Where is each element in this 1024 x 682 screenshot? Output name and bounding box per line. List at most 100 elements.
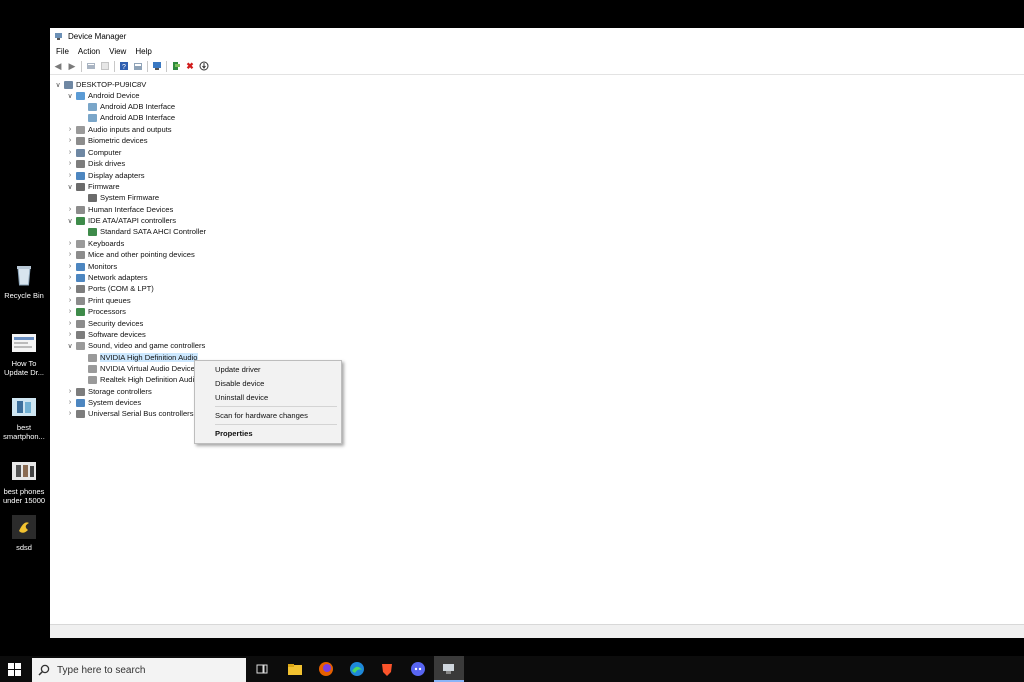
chevron-right-icon[interactable]: ›: [66, 172, 74, 179]
device-manager-window: Device Manager File Action View Help ◀ ▶…: [50, 28, 1024, 638]
desktop-icon-label: sdsd: [16, 543, 32, 552]
tree-category-hid[interactable]: › Human Interface Devices: [66, 204, 173, 215]
tree-device-nvidia-hd-audio[interactable]: NVIDIA High Definition Audio: [78, 352, 198, 363]
tree-category-sound-video[interactable]: ∨ Sound, video and game controllers: [66, 340, 205, 351]
tree-category-display-adapters[interactable]: › Display adapters: [66, 170, 145, 181]
chevron-down-icon[interactable]: ∨: [66, 342, 74, 350]
add-legacy-icon[interactable]: [171, 61, 181, 71]
disable-icon[interactable]: [199, 61, 209, 71]
chevron-right-icon[interactable]: ›: [66, 149, 74, 156]
menu-item-disable-device[interactable]: Disable device: [215, 378, 264, 389]
security-device-icon: [76, 319, 85, 328]
back-arrow-icon[interactable]: ◀: [53, 61, 63, 71]
tree-category-print-queues[interactable]: › Print queues: [66, 295, 131, 306]
chevron-right-icon[interactable]: ›: [66, 297, 74, 304]
tree-category-disk-drives[interactable]: › Disk drives: [66, 158, 125, 169]
chevron-right-icon[interactable]: ›: [66, 320, 74, 327]
device-manager-taskbar-button[interactable]: [434, 656, 464, 682]
tree-label: Ports (COM & LPT): [88, 284, 154, 293]
tree-category-ports[interactable]: › Ports (COM & LPT): [66, 283, 154, 294]
tree-device-android-adb-2[interactable]: Android ADB Interface: [78, 112, 175, 123]
tree-category-software-devices[interactable]: › Software devices: [66, 329, 146, 340]
title-bar[interactable]: Device Manager: [50, 28, 1024, 44]
tree-category-mice[interactable]: › Mice and other pointing devices: [66, 249, 195, 260]
tree-category-monitors[interactable]: › Monitors: [66, 261, 117, 272]
tree-category-computer[interactable]: › Computer: [66, 147, 122, 158]
tree-device-android-adb-1[interactable]: Android ADB Interface: [78, 101, 175, 112]
discord-icon[interactable]: [410, 661, 426, 677]
desktop-icon-best-phones[interactable]: best phones under 15000: [0, 458, 48, 505]
chevron-down-icon[interactable]: ∨: [66, 92, 74, 100]
tree-device-realtek-hd-audio[interactable]: Realtek High Definition Audio: [78, 374, 198, 385]
menu-item-uninstall-device[interactable]: Uninstall device: [215, 392, 268, 403]
tree-device-nvidia-virtual-audio[interactable]: NVIDIA Virtual Audio Device: [78, 363, 195, 374]
chevron-right-icon[interactable]: ›: [66, 126, 74, 133]
desktop-icon-sdsd[interactable]: sdsd: [0, 514, 48, 552]
tree-category-network-adapters[interactable]: › Network adapters: [66, 272, 148, 283]
desktop-icon-label: best phones under 15000: [2, 487, 46, 505]
chevron-right-icon[interactable]: ›: [66, 285, 74, 292]
tree-category-biometric[interactable]: › Biometric devices: [66, 135, 148, 146]
tree-device-system-firmware[interactable]: System Firmware: [78, 192, 159, 203]
file-explorer-icon[interactable]: [287, 661, 303, 677]
chevron-down-icon[interactable]: ∨: [66, 217, 74, 225]
tree-label: Network adapters: [88, 273, 148, 282]
chevron-down-icon[interactable]: ∨: [66, 183, 74, 191]
firefox-icon[interactable]: [318, 661, 334, 677]
tree-root[interactable]: ∨ DESKTOP-PU9IC8V: [54, 79, 146, 90]
audio-device-icon: [88, 375, 97, 384]
edge-icon[interactable]: [349, 661, 365, 677]
image-thumbnail-icon: [11, 458, 37, 484]
chevron-right-icon[interactable]: ›: [66, 410, 74, 417]
biometric-icon: [76, 136, 85, 145]
tree-device-sata-ahci[interactable]: Standard SATA AHCI Controller: [78, 226, 206, 237]
computer-icon: [76, 148, 85, 157]
chevron-right-icon[interactable]: ›: [66, 251, 74, 258]
tree-category-storage-controllers[interactable]: › Storage controllers: [66, 386, 152, 397]
tree-category-security-devices[interactable]: › Security devices: [66, 318, 143, 329]
chevron-right-icon[interactable]: ›: [66, 308, 74, 315]
task-view-icon[interactable]: [254, 661, 270, 677]
desktop-icon-label: How To Update Dr...: [3, 359, 45, 377]
taskbar-search-box[interactable]: Type here to search: [32, 658, 246, 682]
chevron-right-icon[interactable]: ›: [66, 137, 74, 144]
brave-icon[interactable]: [379, 661, 395, 677]
tree-label: Display adapters: [88, 171, 145, 180]
desktop-icon-best-smartphones[interactable]: best smartphon...: [0, 394, 48, 441]
tree-category-android-device[interactable]: ∨ Android Device: [66, 90, 139, 101]
chevron-right-icon[interactable]: ›: [66, 274, 74, 281]
recycle-bin-icon: [11, 262, 37, 288]
tree-category-audio-inputs[interactable]: › Audio inputs and outputs: [66, 124, 172, 135]
scan-hardware-icon[interactable]: [152, 61, 162, 71]
view-icon[interactable]: [133, 61, 143, 71]
menu-view[interactable]: View: [109, 47, 126, 56]
menu-item-properties[interactable]: Properties: [215, 428, 253, 439]
menu-help[interactable]: Help: [135, 47, 151, 56]
chevron-down-icon[interactable]: ∨: [54, 81, 62, 89]
chevron-right-icon[interactable]: ›: [66, 388, 74, 395]
forward-arrow-icon[interactable]: ▶: [67, 61, 77, 71]
chevron-right-icon[interactable]: ›: [66, 160, 74, 167]
menu-item-scan-hardware[interactable]: Scan for hardware changes: [215, 410, 308, 421]
tree-category-keyboards[interactable]: › Keyboards: [66, 238, 124, 249]
uninstall-icon[interactable]: ✖: [185, 61, 195, 71]
tree-category-usb-controllers[interactable]: › Universal Serial Bus controllers: [66, 408, 194, 419]
menu-action[interactable]: Action: [78, 47, 100, 56]
tree-category-processors[interactable]: › Processors: [66, 306, 126, 317]
chevron-right-icon[interactable]: ›: [66, 331, 74, 338]
chevron-right-icon[interactable]: ›: [66, 240, 74, 247]
menu-file[interactable]: File: [56, 47, 69, 56]
tree-category-ide-ata[interactable]: ∨ IDE ATA/ATAPI controllers: [66, 215, 176, 226]
help-icon[interactable]: ?: [119, 61, 129, 71]
tree-category-system-devices[interactable]: › System devices: [66, 397, 141, 408]
chevron-right-icon[interactable]: ›: [66, 206, 74, 213]
properties-icon[interactable]: [86, 61, 96, 71]
desktop-icon-how-to-update[interactable]: How To Update Dr...: [0, 330, 48, 377]
update-driver-icon[interactable]: [100, 61, 110, 71]
tree-category-firmware[interactable]: ∨ Firmware: [66, 181, 119, 192]
chevron-right-icon[interactable]: ›: [66, 399, 74, 406]
desktop-icon-recycle-bin[interactable]: Recycle Bin: [0, 262, 48, 300]
menu-item-update-driver[interactable]: Update driver: [215, 364, 261, 375]
start-icon[interactable]: [8, 663, 21, 676]
chevron-right-icon[interactable]: ›: [66, 263, 74, 270]
